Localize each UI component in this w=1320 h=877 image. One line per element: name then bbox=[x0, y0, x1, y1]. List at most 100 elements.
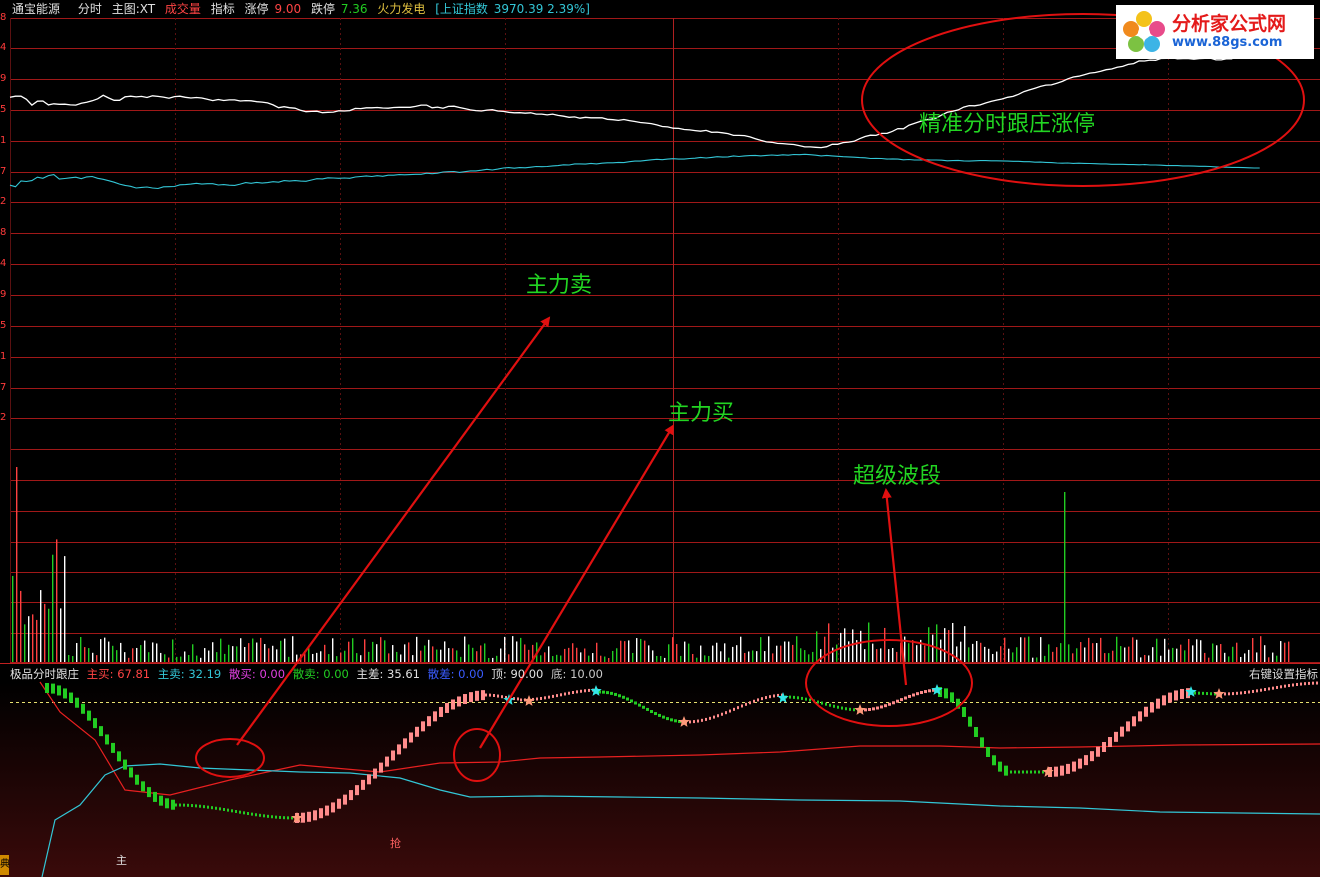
volume-bar bbox=[660, 656, 662, 662]
chart-canvas[interactable] bbox=[0, 0, 1320, 877]
diff-value: 35.61 bbox=[387, 667, 420, 681]
volume-bar bbox=[720, 651, 722, 662]
price-axis-label: 1 bbox=[0, 351, 7, 362]
indicator-bar bbox=[99, 726, 103, 737]
retail-sell-label: 散卖: bbox=[292, 667, 320, 681]
indicator-bar bbox=[1236, 691, 1238, 695]
indicator-bar bbox=[147, 787, 151, 798]
indicator-label[interactable]: 指标 bbox=[211, 2, 235, 16]
price-axis-label: 2 bbox=[0, 196, 7, 207]
indicator-bar bbox=[944, 688, 948, 699]
volume-bar bbox=[428, 639, 430, 662]
indicator-bar bbox=[1244, 691, 1246, 695]
indicator-bar bbox=[463, 694, 467, 705]
volume-bar bbox=[1104, 653, 1106, 662]
volume-bar bbox=[1080, 642, 1082, 662]
volume-bar bbox=[172, 639, 174, 662]
volume-bar bbox=[876, 649, 878, 662]
indicator-name[interactable]: 极品分时跟庄 bbox=[10, 667, 79, 681]
volume-bar bbox=[440, 649, 442, 662]
indicator-bar bbox=[1256, 689, 1258, 693]
volume-bar bbox=[480, 645, 482, 662]
volume-bar bbox=[144, 640, 146, 662]
volume-bar bbox=[1240, 656, 1242, 662]
right-click-settings[interactable]: 右键设置指标 bbox=[1249, 666, 1318, 682]
volume-bar bbox=[600, 655, 602, 662]
indicator-bar bbox=[51, 683, 55, 694]
volume-bar bbox=[1204, 652, 1206, 662]
stock-name[interactable]: 通宝能源 bbox=[12, 2, 60, 16]
indicator-bar bbox=[373, 768, 377, 779]
volume-bar bbox=[668, 644, 670, 662]
volume-bar bbox=[608, 657, 610, 662]
volume-bar bbox=[464, 636, 466, 662]
volume-label[interactable]: 成交量 bbox=[165, 2, 201, 16]
buy-label: 主买: bbox=[86, 667, 114, 681]
volume-bar bbox=[712, 645, 714, 662]
indicator-bar bbox=[797, 696, 799, 700]
indicator-bar bbox=[1114, 731, 1118, 742]
volume-bar bbox=[844, 628, 846, 662]
indicator-bar bbox=[793, 695, 795, 699]
indicator-bar bbox=[361, 779, 365, 790]
volume-bar bbox=[232, 646, 234, 662]
indicator-bar bbox=[427, 716, 431, 727]
price-axis-label: 9 bbox=[0, 289, 7, 300]
volume-bar bbox=[248, 643, 250, 662]
indicator-bar bbox=[1228, 692, 1230, 696]
volume-bar bbox=[812, 651, 814, 662]
indicator-bar bbox=[560, 693, 562, 697]
indicator-bar bbox=[135, 774, 139, 785]
volume-bar bbox=[496, 655, 498, 662]
indicator-bar bbox=[1004, 765, 1008, 776]
volume-bar bbox=[356, 653, 358, 662]
volume-bar bbox=[864, 649, 866, 662]
indicator-bar bbox=[769, 695, 771, 699]
indicator-bar bbox=[337, 798, 341, 809]
volume-bar bbox=[120, 642, 122, 662]
main-chart-label[interactable]: 主图:XT bbox=[112, 2, 155, 16]
volume-bar bbox=[1260, 636, 1262, 662]
indicator-bar bbox=[1292, 683, 1294, 687]
indicator-bar bbox=[805, 697, 807, 701]
volume-bar bbox=[996, 651, 998, 662]
volume-bar bbox=[512, 636, 514, 662]
indicator-bar bbox=[349, 790, 353, 801]
volume-bar bbox=[1236, 642, 1238, 662]
indicator-bar bbox=[331, 802, 335, 813]
sector-label[interactable]: 火力发电 bbox=[377, 2, 425, 16]
indicator-bar bbox=[1268, 687, 1270, 691]
volume-bar bbox=[1244, 653, 1246, 662]
volume-bar bbox=[1192, 645, 1194, 662]
indicator-bar bbox=[501, 695, 503, 699]
price-axis-label: 8 bbox=[0, 12, 7, 23]
sell-value: 32.19 bbox=[188, 667, 222, 681]
indicator-bar bbox=[920, 691, 923, 695]
volume-bar bbox=[252, 638, 254, 662]
volume-bar bbox=[284, 638, 286, 662]
volume-bar bbox=[500, 648, 502, 662]
indicator-bar bbox=[713, 715, 715, 719]
chart-window[interactable]: 通宝能源 分时 主图:XT 成交量 指标 涨停 9.00 跌停 7.36 火力发… bbox=[0, 0, 1320, 877]
volume-bar bbox=[508, 654, 510, 662]
indicator-bar bbox=[267, 814, 269, 818]
volume-bar bbox=[180, 656, 182, 662]
volume-bar bbox=[1164, 638, 1166, 662]
indicator-bar bbox=[701, 718, 703, 722]
indicator-bar bbox=[829, 703, 831, 707]
indicator-bar bbox=[556, 694, 558, 698]
volume-bar bbox=[1064, 492, 1066, 662]
tab-intraday[interactable]: 分时 bbox=[78, 2, 102, 16]
volume-bar bbox=[644, 640, 646, 662]
volume-bar bbox=[1032, 657, 1034, 662]
volume-bar bbox=[152, 642, 154, 662]
volume-bar bbox=[796, 636, 798, 662]
indicator-bar bbox=[654, 712, 657, 716]
price-axis-label: 7 bbox=[0, 382, 7, 393]
index-name[interactable]: [上证指数 bbox=[435, 2, 488, 16]
indicator-bar bbox=[928, 689, 931, 693]
edge-tab[interactable]: 典 bbox=[0, 855, 10, 875]
volume-bar bbox=[16, 467, 18, 662]
volume-bar bbox=[80, 636, 82, 662]
indicator-bar bbox=[243, 811, 245, 815]
